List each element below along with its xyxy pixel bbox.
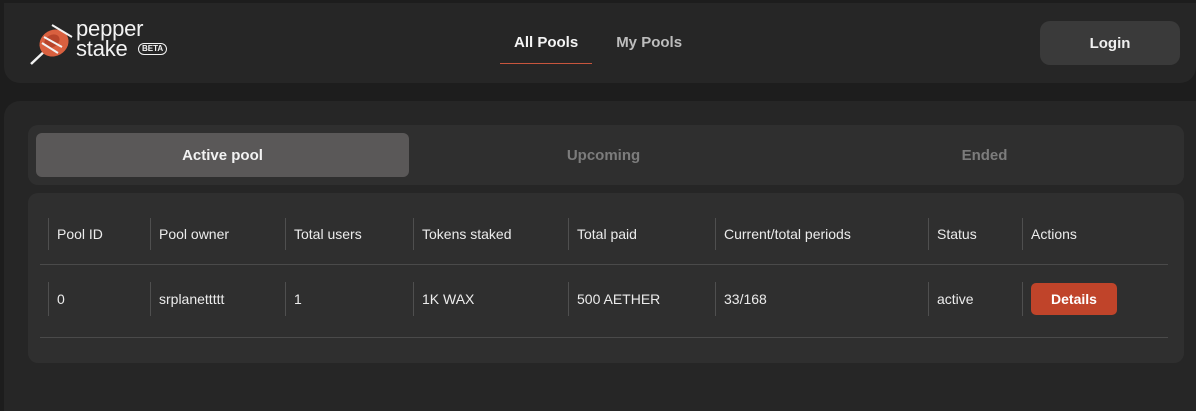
tab-active-pool[interactable]: Active pool: [36, 133, 409, 177]
table-row: 0 srplanettttt 1 1K WAX 500 AETHER 33/16…: [40, 282, 1168, 338]
brand-line-2: stake: [76, 36, 128, 61]
cell-total-paid: 500 AETHER: [568, 282, 660, 316]
col-pool-id: Pool ID: [48, 218, 103, 250]
brand-logo[interactable]: pepper stake BETA: [28, 18, 178, 69]
brand-wordmark: pepper stake: [76, 18, 144, 61]
login-button[interactable]: Login: [1040, 21, 1180, 65]
cell-actions: Details: [1022, 282, 1117, 316]
top-header: pepper stake BETA All Pools My Pools Log…: [4, 3, 1196, 83]
cell-pool-owner: srplanettttt: [150, 282, 224, 316]
col-tokens-staked: Tokens staked: [413, 218, 512, 250]
main-nav: All Pools My Pools: [500, 31, 696, 64]
beta-badge: BETA: [138, 43, 168, 55]
pool-status-tabs: Active pool Upcoming Ended: [28, 125, 1184, 185]
cell-periods: 33/168: [715, 282, 767, 316]
pepper-steak-icon: [30, 24, 73, 65]
tab-ended[interactable]: Ended: [798, 133, 1171, 177]
details-button[interactable]: Details: [1031, 283, 1117, 315]
col-total-paid: Total paid: [568, 218, 637, 250]
nav-my-pools[interactable]: My Pools: [602, 31, 696, 64]
col-pool-owner: Pool owner: [150, 218, 229, 250]
pools-panel: Active pool Upcoming Ended Pool ID Pool …: [4, 101, 1196, 411]
pools-table: Pool ID Pool owner Total users Tokens st…: [28, 193, 1184, 363]
col-periods: Current/total periods: [715, 218, 851, 250]
cell-tokens-staked: 1K WAX: [413, 282, 474, 316]
col-status: Status: [928, 218, 977, 250]
table-header-row: Pool ID Pool owner Total users Tokens st…: [40, 218, 1168, 265]
cell-status: active: [928, 282, 974, 316]
cell-total-users: 1: [285, 282, 302, 316]
tab-upcoming[interactable]: Upcoming: [417, 133, 790, 177]
col-actions: Actions: [1022, 218, 1077, 250]
cell-pool-id: 0: [48, 282, 65, 316]
nav-all-pools[interactable]: All Pools: [500, 31, 593, 64]
col-total-users: Total users: [285, 218, 362, 250]
